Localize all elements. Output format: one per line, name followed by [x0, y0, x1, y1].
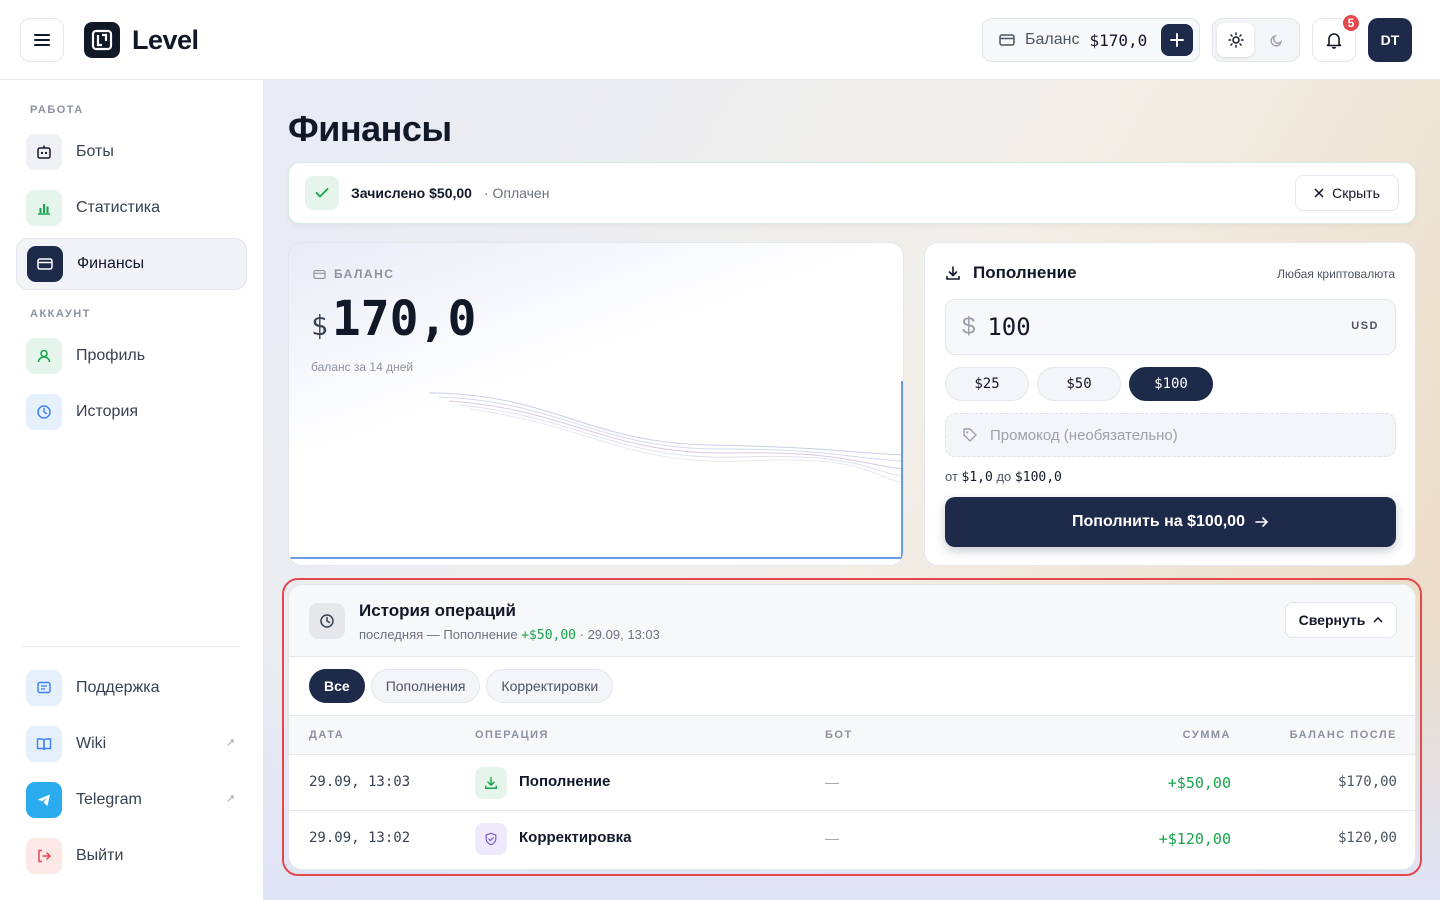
close-icon [1314, 188, 1324, 198]
bar-chart-icon [26, 190, 62, 226]
sidebar-item-label: Статистика [76, 199, 161, 216]
balance-amount: $ 170,0 [311, 291, 476, 347]
page-title: Финансы [288, 108, 452, 149]
preset-100-button[interactable]: $100 [1129, 367, 1213, 401]
dark-theme-button[interactable] [1258, 23, 1295, 57]
arrow-right-icon [1255, 517, 1269, 527]
card-edge-highlight [901, 381, 903, 561]
external-link-icon: ↗ [225, 737, 235, 749]
user-avatar[interactable]: DT [1368, 18, 1412, 62]
logout-icon [26, 838, 62, 874]
range-from-label: от [945, 469, 958, 484]
tag-icon [963, 428, 977, 442]
sidebar-section-account: АККАУНТ [30, 308, 91, 320]
range-from-value: $1,0 [961, 470, 993, 485]
topup-note: Любая криптовалюта [1277, 267, 1395, 281]
moon-icon [1269, 34, 1282, 47]
main-content: Финансы Зачислено $50,00 · Оплачен Скрыт… [264, 80, 1440, 900]
notifications-badge: 5 [1341, 13, 1361, 33]
sidebar-item-bots[interactable]: Боты [16, 126, 247, 178]
check-icon [305, 176, 339, 210]
amount-range: от $1,0 до $100,0 [945, 469, 1062, 485]
sidebar-item-label: Telegram [76, 791, 142, 808]
sidebar-item-profile[interactable]: Профиль [16, 330, 247, 382]
header-balance[interactable]: Баланс $170,0 [982, 18, 1200, 62]
range-to-label: до [996, 469, 1012, 484]
amount-currency-code: USD [1351, 320, 1379, 332]
hide-notice-button[interactable]: Скрыть [1295, 175, 1399, 211]
balance-currency: $ [311, 309, 328, 342]
logo-text: Level [132, 24, 199, 55]
preset-amounts: $25 $50 $100 [945, 367, 1213, 401]
sidebar-item-history[interactable]: История [16, 386, 247, 438]
user-icon [26, 338, 62, 374]
payment-notice: Зачислено $50,00 · Оплачен Скрыть [288, 162, 1416, 224]
sidebar-item-label: Финансы [77, 255, 145, 272]
card-bottom-highlight [289, 557, 903, 559]
submit-label: Пополнить на $100,00 [1072, 513, 1245, 530]
message-icon [26, 670, 62, 706]
balance-subtitle: баланс за 14 дней [311, 360, 414, 374]
logo[interactable]: Level [84, 22, 199, 58]
topup-card: Пополнение Любая криптовалюта $ 100 USD … [924, 242, 1416, 566]
notifications-button[interactable]: 5 [1312, 13, 1361, 62]
sidebar: РАБОТА Боты Статистика Финансы АККАУНТ П… [0, 80, 264, 900]
book-icon [26, 726, 62, 762]
sidebar-item-label: Поддержка [76, 679, 160, 696]
sidebar-item-label: Боты [76, 143, 114, 160]
sidebar-item-statistics[interactable]: Статистика [16, 182, 247, 234]
sidebar-item-label: Профиль [76, 347, 146, 364]
sidebar-item-logout[interactable]: Выйти [16, 830, 247, 882]
balance-card-label: БАЛАНС [313, 267, 394, 281]
topup-title: Пополнение [973, 263, 1077, 282]
sidebar-item-support[interactable]: Поддержка [16, 662, 247, 714]
wallet-icon [313, 269, 326, 279]
sidebar-item-label: История [76, 403, 139, 420]
header-balance-value: $170,0 [1089, 30, 1148, 50]
bell-icon [1326, 33, 1342, 49]
balance-card: БАЛАНС $ 170,0 баланс за 14 дней [288, 242, 904, 566]
amount-currency-symbol: $ [962, 313, 976, 340]
header-balance-label: Баланс [1025, 31, 1080, 48]
sun-icon [1227, 32, 1244, 48]
preset-50-button[interactable]: $50 [1037, 367, 1121, 401]
sidebar-section-work: РАБОТА [30, 104, 84, 116]
preset-25-button[interactable]: $25 [945, 367, 1029, 401]
sidebar-item-telegram[interactable]: Telegram ↗ [16, 774, 247, 826]
plus-icon [1170, 33, 1184, 47]
sidebar-item-label: Wiki [76, 735, 107, 752]
download-icon [946, 266, 960, 280]
telegram-icon [26, 782, 62, 818]
wallet-icon [999, 34, 1015, 46]
history-highlight-outline [282, 578, 1422, 876]
logo-mark-icon [84, 22, 120, 58]
top-header: Level Баланс $170,0 5 DT [0, 0, 1440, 80]
topup-header: Пополнение [945, 263, 1077, 283]
sidebar-item-wiki[interactable]: Wiki ↗ [16, 718, 247, 770]
clock-icon [26, 394, 62, 430]
topup-submit-button[interactable]: Пополнить на $100,00 [945, 497, 1396, 547]
amount-value: 100 [987, 313, 1031, 341]
wallet-icon [27, 246, 63, 282]
bot-icon [26, 134, 62, 170]
notice-status: · Оплачен [483, 185, 550, 201]
add-funds-button[interactable] [1161, 24, 1193, 56]
promo-placeholder: Промокод (необязательно) [990, 426, 1178, 444]
balance-label-text: БАЛАНС [334, 267, 395, 281]
theme-toggle[interactable] [1212, 18, 1300, 62]
menu-toggle-button[interactable] [20, 18, 64, 62]
range-to-value: $100,0 [1014, 470, 1062, 485]
notice-text: Зачислено $50,00 [351, 185, 472, 201]
sidebar-item-label: Выйти [76, 847, 124, 864]
external-link-icon: ↗ [225, 793, 235, 805]
sidebar-divider [22, 646, 240, 647]
light-theme-button[interactable] [1217, 23, 1254, 57]
promo-code-input[interactable]: Промокод (необязательно) [945, 413, 1396, 457]
amount-input[interactable]: $ 100 USD [945, 299, 1396, 355]
sidebar-item-finance[interactable]: Финансы [16, 238, 247, 290]
hamburger-icon [34, 34, 50, 46]
balance-value: 170,0 [331, 291, 477, 347]
balance-sparkline-decoration [429, 392, 903, 484]
hide-notice-label: Скрыть [1332, 185, 1380, 201]
